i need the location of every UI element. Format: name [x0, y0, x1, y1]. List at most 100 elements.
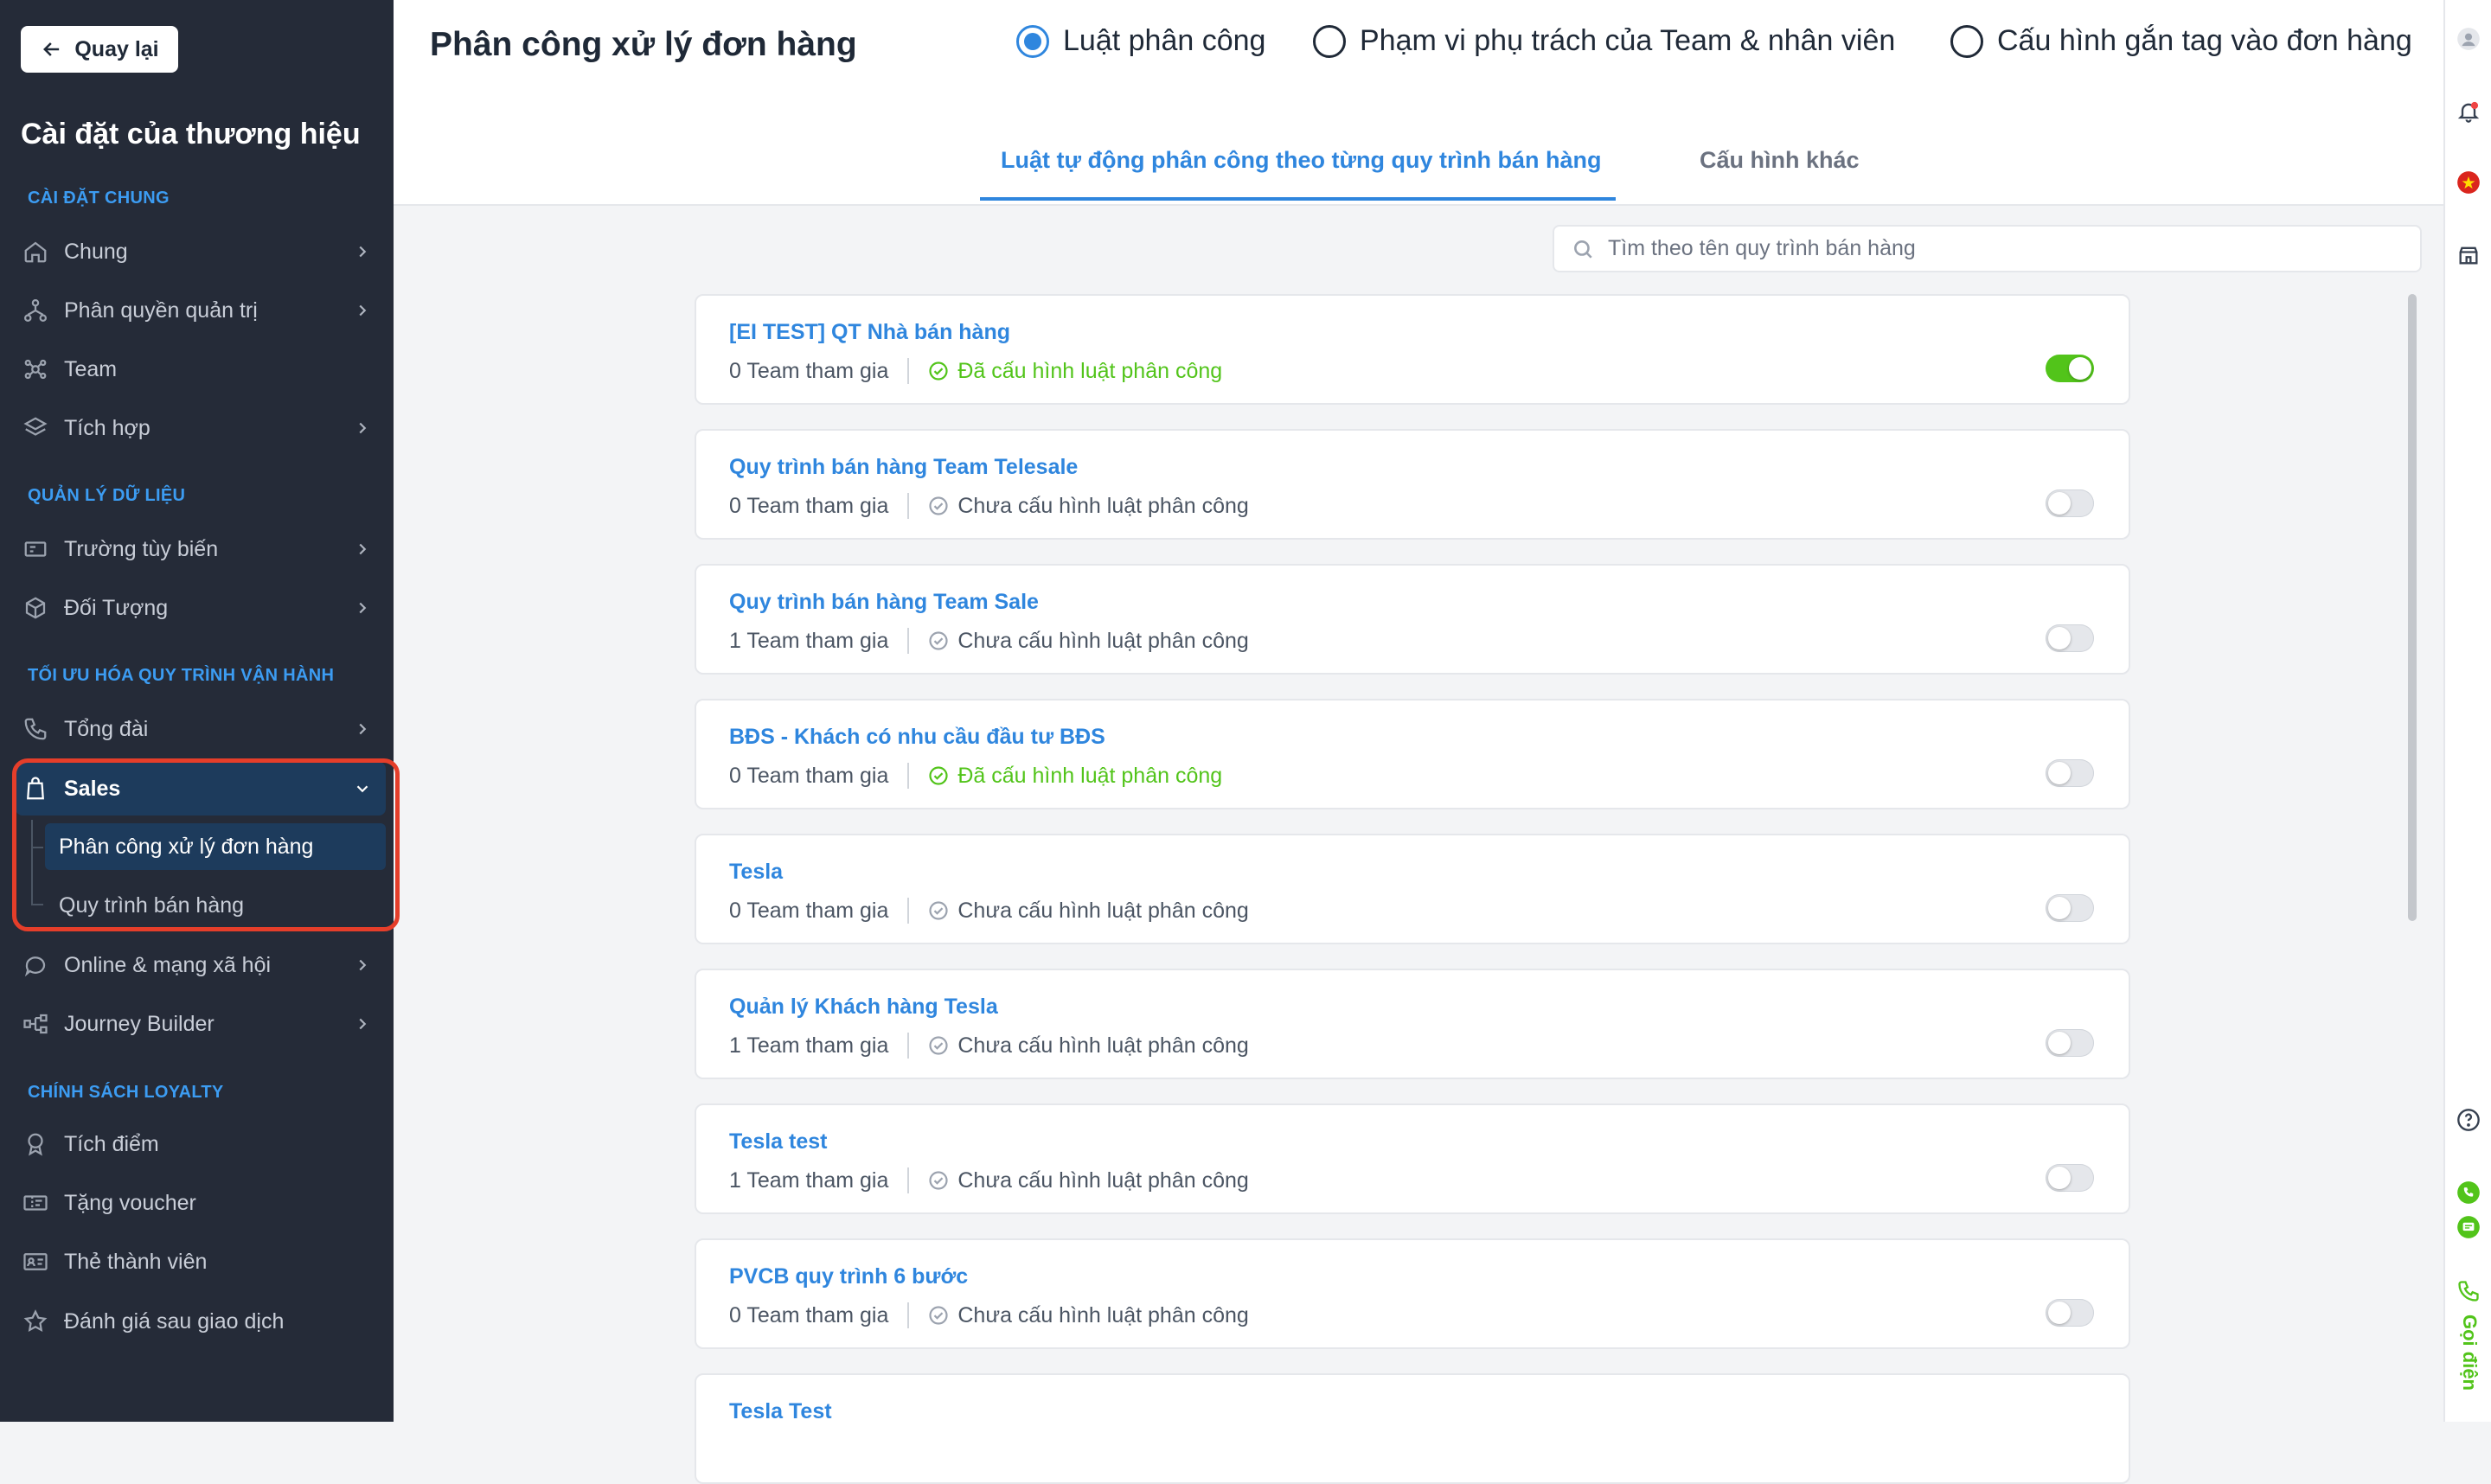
enable-toggle[interactable] [2046, 894, 2094, 922]
process-name-link[interactable]: [EI TEST] QT Nhà bán hàng [729, 320, 1010, 345]
process-meta: 0 Team tham gia Chưa cấu hình luật phân c… [729, 493, 1249, 519]
sidebar-item-label: Tích điểm [64, 1131, 159, 1156]
sidebar-item-danh-gia[interactable]: Đánh giá sau giao dịch [16, 1295, 386, 1348]
process-card: Quy trình bán hàng Team Telesale 0 Team t… [695, 429, 2130, 540]
check-circle-icon [928, 361, 949, 381]
process-name-link[interactable]: Quản lý Khách hàng Tesla [729, 995, 998, 1020]
radio-label: Phạm vi phụ trách của Team & nhân viên [1360, 24, 1896, 57]
sidebar-item-tong-dai[interactable]: Tổng đài [16, 702, 386, 756]
tree-line [31, 820, 33, 905]
phone-outline-green-icon[interactable] [2454, 1276, 2483, 1306]
store-icon[interactable] [2454, 240, 2483, 270]
sidebar-item-label: Sales [64, 776, 121, 801]
enable-toggle[interactable] [2046, 1164, 2094, 1192]
team-count: 0 Team tham gia [729, 493, 889, 518]
chevron-right-icon [353, 540, 372, 559]
team-count: 0 Team tham gia [729, 898, 889, 923]
check-circle-icon [928, 765, 949, 786]
radio-pham-vi[interactable]: Phạm vi phụ trách của Team & nhân viên [1313, 24, 1895, 58]
config-status: Đã cấu hình luật phân công [928, 764, 1222, 789]
chevron-right-icon [353, 1014, 372, 1033]
meta-divider [907, 628, 910, 654]
help-icon[interactable] [2454, 1105, 2483, 1135]
process-name-link[interactable]: Quy trình bán hàng Team Sale [729, 590, 1039, 615]
config-status-label: Chưa cấu hình luật phân công [957, 493, 1249, 518]
sidebar-item-label: Team [64, 356, 118, 381]
process-name-link[interactable]: Quy trình bán hàng Team Telesale [729, 455, 1078, 480]
sidebar-item-label: Online & mạng xã hội [64, 952, 272, 977]
config-status-label: Chưa cấu hình luật phân công [957, 1302, 1249, 1327]
tab-luat-tu-dong[interactable]: Luật tự động phân công theo từng quy trì… [1001, 147, 1602, 174]
tab-cau-hinh-khac[interactable]: Cấu hình khác [1700, 147, 1860, 174]
sidebar-item-tich-diem[interactable]: Tích điểm [16, 1117, 386, 1171]
process-name-link[interactable]: PVCB quy trình 6 bước [729, 1264, 968, 1289]
sidebar-item-the-thanh-vien[interactable]: Thẻ thành viên [16, 1235, 386, 1289]
config-status: Chưa cấu hình luật phân công [928, 493, 1249, 519]
phone-call-green-icon[interactable] [2454, 1178, 2483, 1207]
sidebar-subitem-quy-trinh[interactable]: Quy trình bán hàng [45, 882, 386, 929]
check-circle-icon [928, 630, 949, 651]
sidebar-item-chung[interactable]: Chung [16, 225, 386, 278]
back-button[interactable]: Quay lại [21, 26, 178, 73]
hierarchy-icon [21, 296, 50, 325]
enable-toggle[interactable] [2046, 1029, 2094, 1057]
sidebar-item-truong-tuy-bien[interactable]: Trường tùy biến [16, 522, 386, 576]
sidebar-item-online[interactable]: Online & mạng xã hội [16, 938, 386, 992]
sidebar-item-label: Đối Tượng [64, 595, 169, 620]
sidebar-item-journey[interactable]: Journey Builder [16, 997, 386, 1051]
process-name-link[interactable]: Tesla Test [729, 1399, 832, 1424]
sidebar-item-team[interactable]: Team [16, 342, 386, 396]
user-icon[interactable] [2454, 24, 2483, 54]
sidebar-item-doi-tuong[interactable]: Đối Tượng [16, 581, 386, 635]
enable-toggle[interactable] [2046, 1299, 2094, 1327]
sidebar-item-tang-voucher[interactable]: Tặng voucher [16, 1176, 386, 1230]
enable-toggle[interactable] [2046, 624, 2094, 652]
layers-icon [21, 413, 50, 443]
sidebar-item-label: Phân quyền quản trị [64, 297, 258, 323]
radio-luat-phan-cong[interactable]: Luật phân công [1016, 24, 1265, 58]
enable-toggle[interactable] [2046, 489, 2094, 517]
sidebar-item-phan-quyen[interactable]: Phân quyền quản trị [16, 284, 386, 337]
process-meta: 0 Team tham gia Đã cấu hình luật phân côn… [729, 763, 1222, 789]
team-count: 1 Team tham gia [729, 1033, 889, 1058]
config-status-label: Đã cấu hình luật phân công [957, 358, 1223, 383]
meta-divider [907, 1033, 910, 1059]
sidebar-item-tich-hop[interactable]: Tích hợp [16, 401, 386, 455]
sidebar-subitem-phan-cong[interactable]: Phân công xử lý đơn hàng [45, 823, 386, 870]
process-meta: 0 Team tham gia Chưa cấu hình luật phân c… [729, 1302, 1249, 1328]
search-icon [1574, 240, 1592, 259]
call-label[interactable]: Gọi điện [2452, 1314, 2487, 1410]
chevron-right-icon [353, 419, 372, 438]
home-icon [21, 237, 50, 266]
vietnam-flag-icon[interactable] [2454, 168, 2483, 197]
team-count: 0 Team tham gia [729, 358, 889, 383]
sidebar-item-label: Đánh giá sau giao dịch [64, 1308, 285, 1334]
meta-divider [907, 1302, 910, 1328]
page-title: Phân công xử lý đơn hàng [430, 26, 857, 63]
process-name-link[interactable]: BĐS - Khách có nhu cầu đầu tư BĐS [729, 725, 1105, 750]
radio-gan-tag[interactable]: Cấu hình gắn tag vào đơn hàng [1950, 24, 2412, 58]
team-count: 0 Team tham gia [729, 1302, 889, 1327]
check-circle-icon [928, 496, 949, 516]
sidebar-item-label: Tặng voucher [64, 1190, 196, 1215]
enable-toggle[interactable] [2046, 355, 2094, 382]
sidebar-item-label: Journey Builder [64, 1011, 215, 1036]
star-icon [21, 1307, 50, 1336]
tree-branch [31, 847, 43, 848]
scrollbar[interactable] [2408, 294, 2417, 921]
sidebar-item-sales[interactable]: Sales [16, 762, 386, 816]
process-card: Tesla 0 Team tham gia Chưa cấu hình luật p… [695, 834, 2130, 944]
message-green-icon[interactable] [2454, 1212, 2483, 1242]
process-meta: 1 Team tham gia Chưa cấu hình luật phân c… [729, 628, 1249, 654]
enable-toggle[interactable] [2046, 759, 2094, 787]
sidebar: Quay lại Cài đặt của thương hiệu CÀI ĐẶT… [0, 0, 400, 1422]
search-box[interactable] [1553, 225, 2422, 272]
notification-bell-icon[interactable] [2454, 97, 2483, 126]
meta-divider [907, 763, 910, 789]
config-status: Đã cấu hình luật phân công [928, 359, 1222, 384]
process-name-link[interactable]: Tesla [729, 860, 783, 885]
process-name-link[interactable]: Tesla test [729, 1129, 827, 1155]
search-input[interactable] [1606, 235, 2388, 262]
back-button-label: Quay lại [74, 36, 159, 61]
chevron-right-icon [353, 598, 372, 617]
